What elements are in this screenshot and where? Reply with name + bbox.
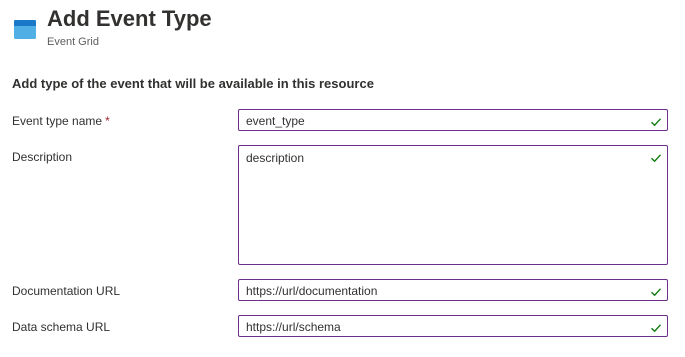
description-textarea[interactable]: description: [238, 145, 668, 265]
checkmark-icon: [650, 321, 662, 333]
event-type-name-label: Event type name *: [12, 114, 110, 128]
event-type-name-value: event_type: [246, 114, 305, 128]
data-schema-url-input[interactable]: https://url/schema: [238, 315, 668, 337]
page-subtitle: Event Grid: [47, 36, 99, 48]
required-marker: *: [105, 114, 110, 128]
form-heading: Add type of the event that will be avail…: [12, 76, 374, 91]
page-title: Add Event Type: [47, 6, 212, 31]
data-schema-url-value: https://url/schema: [246, 320, 341, 334]
documentation-url-input[interactable]: https://url/documentation: [238, 279, 668, 301]
checkmark-icon: [650, 285, 662, 297]
event-grid-icon: [12, 16, 38, 42]
checkmark-icon: [650, 151, 662, 163]
description-label: Description: [12, 150, 73, 164]
description-value: description: [246, 151, 305, 165]
documentation-url-value: https://url/documentation: [246, 284, 378, 298]
data-schema-url-label: Data schema URL: [12, 320, 111, 334]
documentation-url-label: Documentation URL: [12, 284, 121, 298]
checkmark-icon: [650, 115, 662, 127]
page-header: Add Event Type Event Grid: [12, 6, 672, 52]
event-type-name-input[interactable]: event_type: [238, 109, 668, 131]
event-type-name-label-text: Event type name: [12, 114, 103, 128]
